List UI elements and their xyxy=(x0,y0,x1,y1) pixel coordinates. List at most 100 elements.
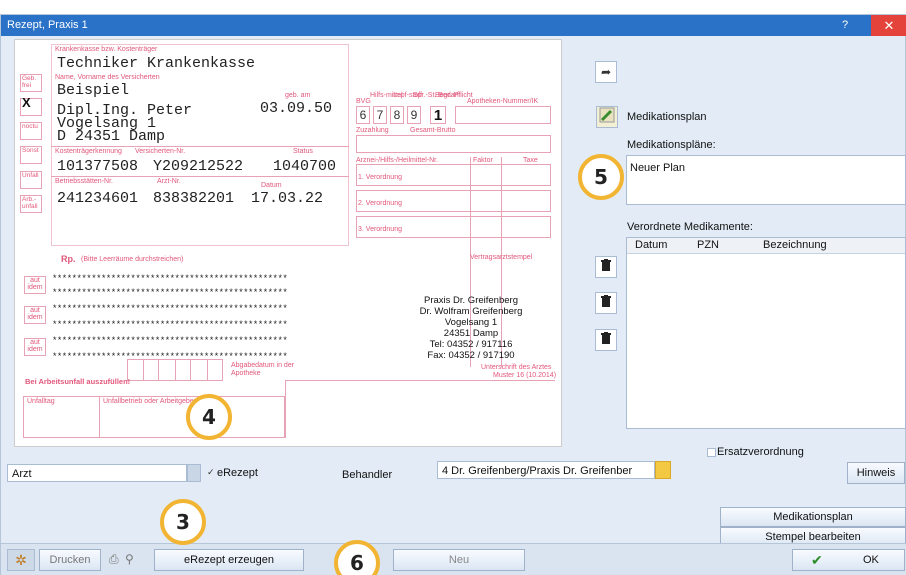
trash-icon[interactable] xyxy=(595,329,617,351)
kennung-label: Kostenträgerkennung xyxy=(55,148,122,155)
digit-box[interactable]: 6 xyxy=(356,106,370,124)
versnr-label: Versicherten-Nr. xyxy=(135,148,186,155)
arzt-dropdown-button[interactable] xyxy=(187,464,201,482)
unfall-box[interactable]: Unfall xyxy=(20,171,42,189)
taxe-label: Taxe xyxy=(523,157,538,164)
medplan-label: Medikationsplan xyxy=(627,111,707,123)
ersatz-checkbox[interactable] xyxy=(707,448,716,457)
search-icon[interactable]: ⚲ xyxy=(125,552,134,566)
faktor-label: Faktor xyxy=(473,157,493,164)
autidem-box-1[interactable]: aut idem xyxy=(24,276,46,294)
muster-label: Muster 16 (10.2014) xyxy=(493,372,557,379)
kennung-value[interactable]: 101377508 xyxy=(57,158,138,175)
status-label: Status xyxy=(293,148,313,155)
versnr-value[interactable]: Y209212522 xyxy=(153,158,243,175)
divider xyxy=(51,176,349,177)
erezept-erzeugen-button[interactable]: eRezept erzeugen xyxy=(154,549,304,571)
begr-value[interactable]: 1 xyxy=(430,106,446,124)
column-header[interactable]: Bezeichnung xyxy=(763,239,827,251)
drucken-button[interactable]: Drucken xyxy=(39,549,101,571)
city-value[interactable]: D 24351 Damp xyxy=(57,128,165,145)
name-line1[interactable]: Beispiel xyxy=(57,82,129,99)
stars-line: ****************************************… xyxy=(52,304,288,314)
autidem-box-2[interactable]: aut idem xyxy=(24,306,46,324)
arbeitsunfall-label: Bei Arbeitsunfall auszufüllen! xyxy=(25,377,131,386)
rp-label: Rp. xyxy=(61,254,76,264)
unfalltag-label: Unfalltag xyxy=(27,398,55,405)
ok-check-icon: ✔ xyxy=(811,552,823,568)
stars-line: ****************************************… xyxy=(52,320,288,330)
arzt-select[interactable]: Arzt xyxy=(7,464,187,482)
doctor-line: Praxis Dr. Greifenberg xyxy=(424,295,518,306)
trash-icon[interactable] xyxy=(595,256,617,278)
abgabe-digit xyxy=(207,359,223,381)
unterschrift-label: Unterschrift des Arztes xyxy=(481,364,552,371)
callout-3: 3 xyxy=(160,499,206,545)
zuzahlung-label: Zuzahlung xyxy=(356,127,389,134)
edit-plan-icon[interactable] xyxy=(596,106,618,128)
doctor-line: 24351 Damp xyxy=(443,328,499,339)
arznei-label: Arznei-/Hilfs-/Heilmittel-Nr. xyxy=(356,157,439,164)
arzt-value: Arzt xyxy=(12,468,32,480)
autidem-label: aut idem xyxy=(27,277,43,291)
apotheken-label: Apotheken-Nummer/IK xyxy=(467,98,539,105)
vo3-label: 3. Verordnung xyxy=(358,226,402,233)
divider xyxy=(51,146,349,147)
datum-value[interactable]: 17.03.22 xyxy=(251,190,323,207)
behandler-value: 4 Dr. Greifenberg/Praxis Dr. Greifenber xyxy=(442,465,633,477)
autidem-box-3[interactable]: aut idem xyxy=(24,338,46,356)
geb-label: geb. am xyxy=(285,92,311,99)
behandler-dropdown-button[interactable] xyxy=(655,461,671,479)
prescription-window: Rezept, Praxis 1 ? ✕ Krankenkasse bzw. K… xyxy=(0,14,906,575)
medications-table[interactable]: Datum PZN Bezeichnung xyxy=(626,237,906,429)
help-button[interactable]: ? xyxy=(835,19,855,31)
ok-label: OK xyxy=(863,554,879,566)
digit-box[interactable]: 7 xyxy=(373,106,387,124)
behandler-select[interactable]: 4 Dr. Greifenberg/Praxis Dr. Greifenber xyxy=(437,461,655,479)
gesamt-label: Gesamt-Brutto xyxy=(410,127,456,134)
medikationsplan-button[interactable]: Medikationsplan xyxy=(720,507,906,527)
callout-5: 5 xyxy=(578,154,624,200)
column-header[interactable]: Datum xyxy=(635,239,667,251)
hinweis-button[interactable]: Hinweis xyxy=(847,462,905,484)
digit-box[interactable]: 9 xyxy=(407,106,421,124)
divider xyxy=(285,380,555,381)
kasse-value[interactable]: Techniker Krankenkasse xyxy=(57,55,255,72)
neu-button[interactable]: Neu xyxy=(393,549,525,571)
settings-gear-icon[interactable]: ✲ xyxy=(7,549,35,571)
bvg-label: BVG xyxy=(356,98,371,105)
trash-icon[interactable] xyxy=(595,292,617,314)
autidem-label: aut idem xyxy=(27,307,43,321)
bsnr-value[interactable]: 241234601 xyxy=(57,190,138,207)
sonst-box[interactable]: Sonst xyxy=(20,146,42,164)
prescription-form: Krankenkasse bzw. Kostenträger Techniker… xyxy=(14,39,562,447)
digit-box[interactable]: 8 xyxy=(390,106,404,124)
arztnr-value[interactable]: 838382201 xyxy=(153,190,234,207)
column-header[interactable]: PZN xyxy=(697,239,719,251)
divider xyxy=(99,396,100,438)
noctu-label: noctu xyxy=(22,123,38,130)
kasse-label: Krankenkasse bzw. Kostenträger xyxy=(55,46,158,53)
share-icon[interactable]: ➦ xyxy=(595,61,617,83)
xmark-box[interactable]: X xyxy=(20,96,42,116)
apotheken-field[interactable] xyxy=(455,106,551,124)
gebfrei-box[interactable]: Geb. frei xyxy=(20,74,42,92)
print-icon[interactable]: ⎙ xyxy=(109,552,119,567)
plan-item[interactable]: Neuer Plan xyxy=(630,162,685,174)
ersatz-label: Ersatzverordnung xyxy=(717,446,804,458)
stars-line: ****************************************… xyxy=(52,274,288,284)
ok-button[interactable]: ✔ OK xyxy=(792,549,905,571)
vertragsarzt-label: Vertragsarztstempel xyxy=(470,254,533,261)
erezept-checkbox[interactable]: ✓ xyxy=(207,467,215,478)
status-value[interactable]: 1040700 xyxy=(273,158,336,175)
geb-value[interactable]: 03.09.50 xyxy=(260,100,332,117)
zuzahlung-field[interactable] xyxy=(356,135,551,153)
arbunfall-box[interactable]: Arb.-unfall xyxy=(20,195,42,213)
abgabe-digit xyxy=(143,359,159,381)
doctor-line: Vogelsang 1 xyxy=(444,317,498,328)
noctu-box[interactable]: noctu xyxy=(20,122,42,140)
close-button[interactable]: ✕ xyxy=(871,15,906,36)
plans-list[interactable]: Neuer Plan xyxy=(626,155,906,205)
arztnr-label: Arzt-Nr. xyxy=(157,178,181,185)
table-header: Datum PZN Bezeichnung xyxy=(627,238,905,254)
